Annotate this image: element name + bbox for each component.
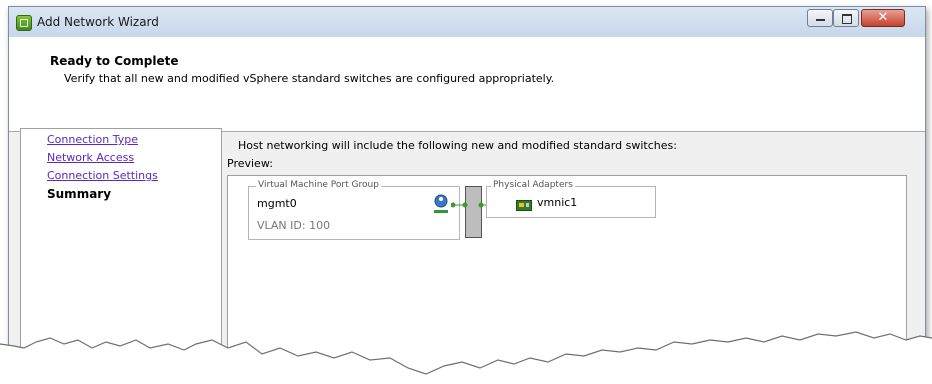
port-group-name: mgmt0 [257, 197, 297, 210]
close-button[interactable]: ✕ [861, 9, 905, 27]
torn-edge [0, 331, 932, 384]
step-network-access[interactable]: Network Access [47, 151, 134, 164]
port-group-title: Virtual Machine Port Group [256, 180, 381, 190]
step-summary: Summary [47, 187, 112, 201]
step-connection-settings[interactable]: Connection Settings [47, 169, 158, 182]
network-adapter-icon [516, 197, 532, 216]
maximize-button[interactable] [833, 9, 859, 27]
port-group-vlan: VLAN ID: 100 [257, 219, 331, 232]
physical-adapters-title: Physical Adapters [491, 180, 575, 190]
page-title: Ready to Complete [50, 54, 179, 68]
intro-text: Host networking will include the followi… [238, 139, 677, 152]
close-icon: ✕ [877, 10, 889, 25]
page-subtitle: Verify that all new and modified vSphere… [64, 72, 555, 85]
virtual-machine-icon [433, 194, 449, 218]
minimize-icon [816, 19, 825, 21]
title-bar[interactable]: Add Network Wizard ✕ [9, 7, 925, 37]
maximize-icon [842, 14, 852, 24]
app-icon [16, 15, 32, 31]
preview-label: Preview: [227, 157, 273, 170]
vswitch-icon [465, 186, 482, 238]
minimize-button[interactable] [807, 9, 833, 27]
step-connection-type[interactable]: Connection Type [47, 133, 138, 146]
window-title: Add Network Wizard [37, 15, 159, 29]
adapter-name: vmnic1 [537, 196, 578, 209]
